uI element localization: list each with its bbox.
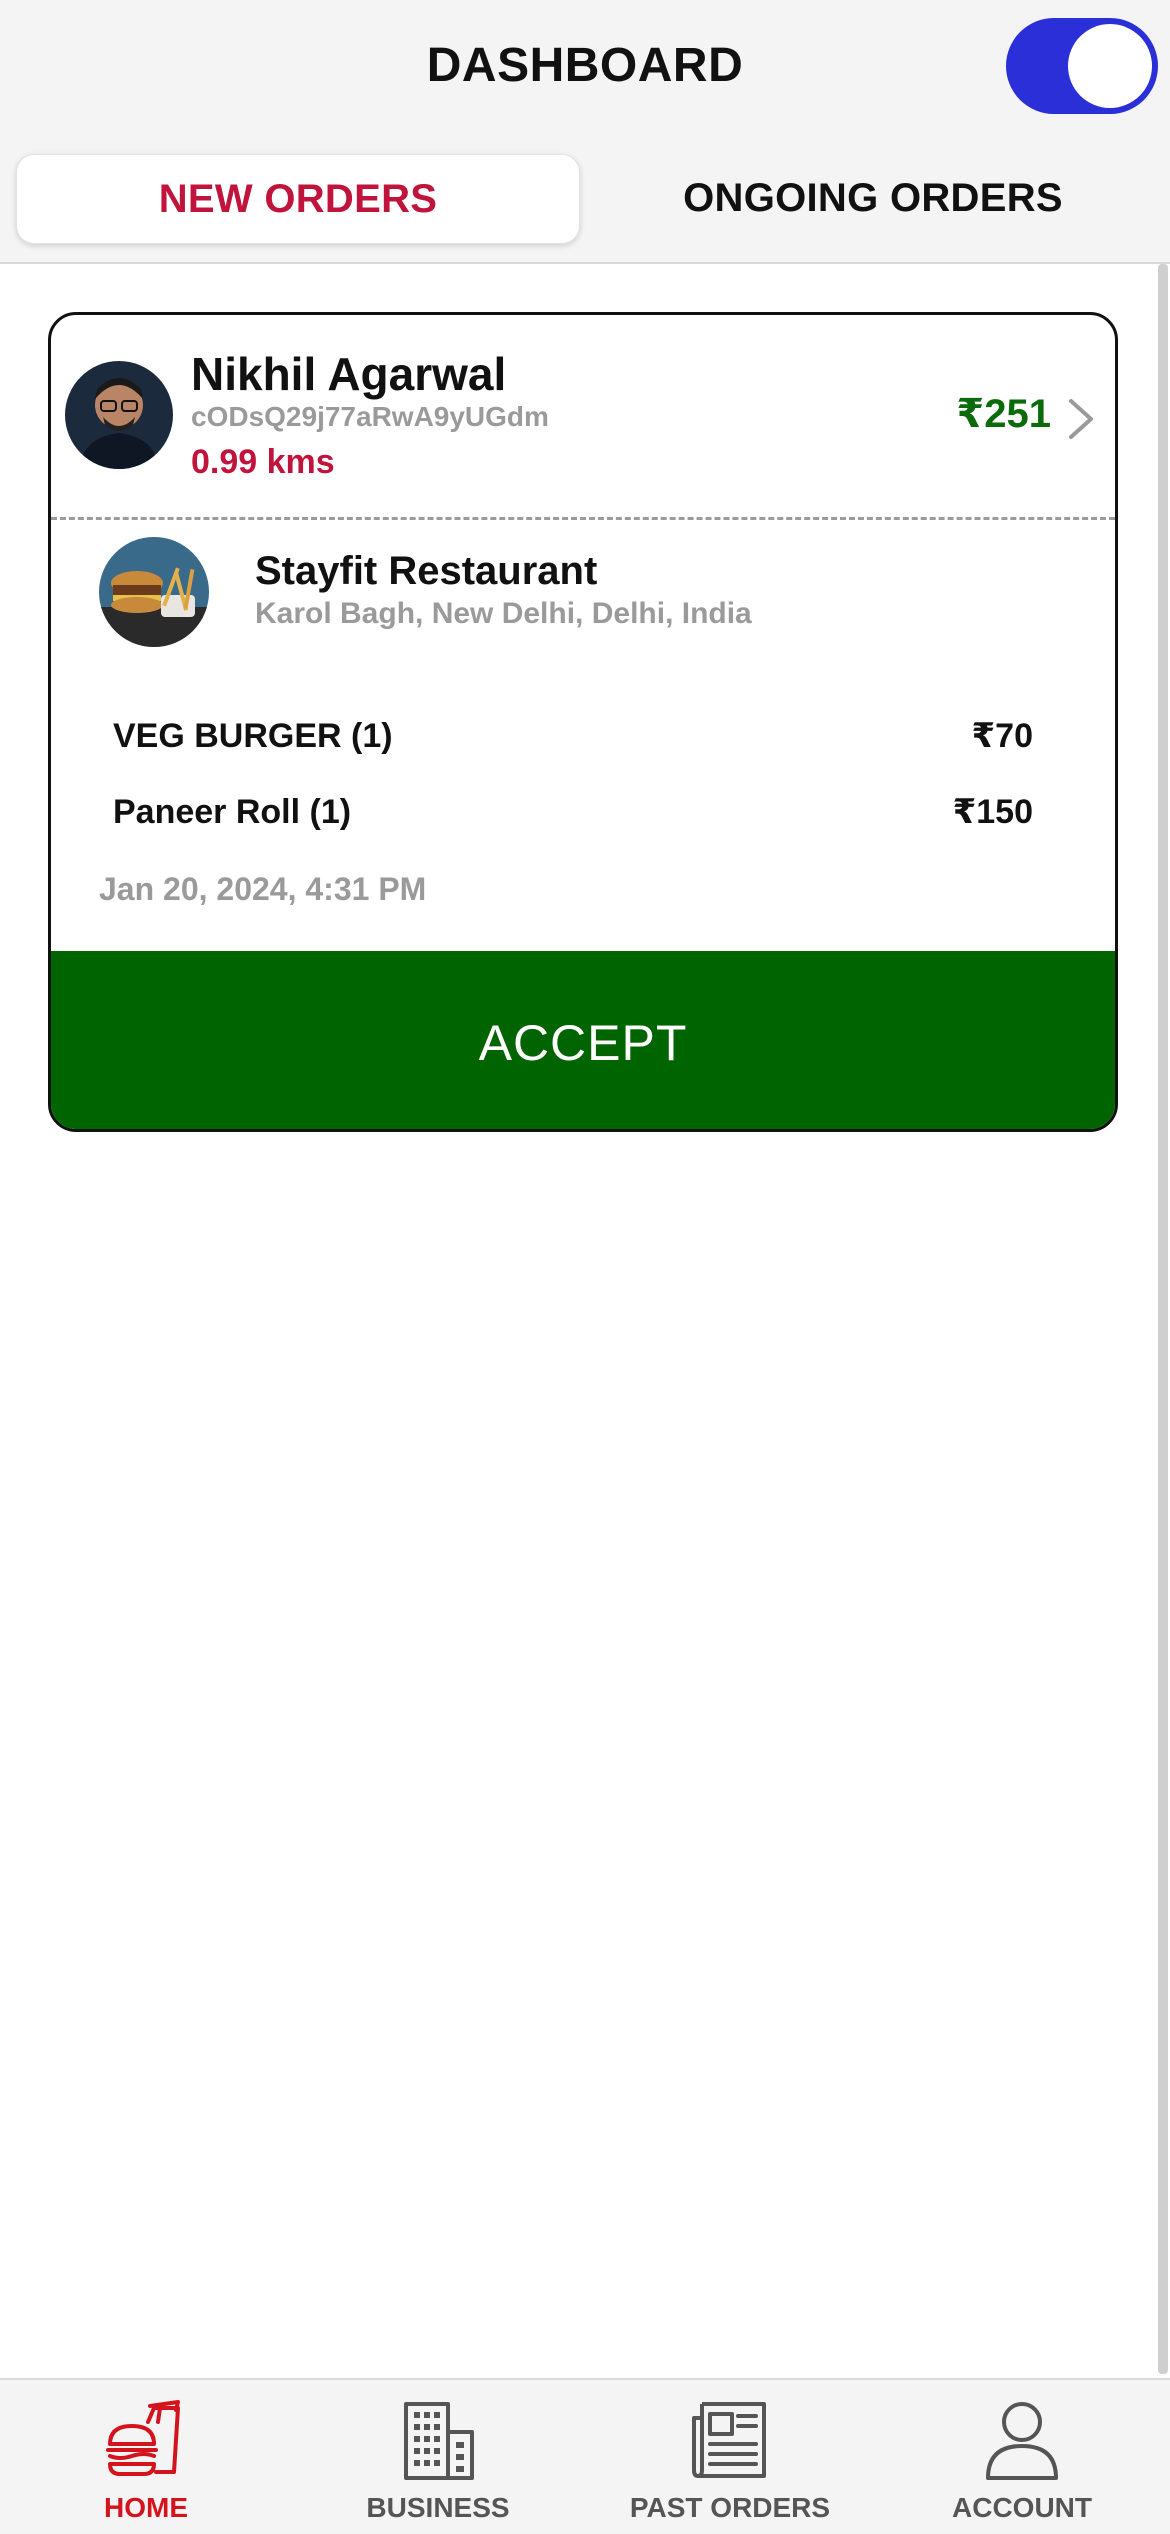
- restaurant-image: [99, 537, 209, 647]
- nav-past-orders[interactable]: PAST ORDERS: [584, 2398, 876, 2528]
- nav-business[interactable]: BUSINESS: [292, 2398, 584, 2528]
- bottom-nav: HOME BUSINESS PAST ORDERS ACCOUNT: [0, 2378, 1170, 2534]
- order-card[interactable]: Nikhil Agarwal cODsQ29j77aRwA9yUGdm 0.99…: [48, 312, 1118, 1132]
- page-title: DASHBOARD: [426, 39, 744, 92]
- order-time: Jan 20, 2024, 4:31 PM: [99, 871, 427, 907]
- nav-account[interactable]: ACCOUNT: [876, 2398, 1168, 2528]
- item-name: VEG BURGER (1): [113, 716, 393, 755]
- toggle-knob: [1068, 24, 1152, 108]
- tab-new-orders[interactable]: NEW ORDERS: [16, 154, 580, 244]
- nav-label: PAST ORDERS: [629, 2492, 831, 2523]
- item-name: Paneer Roll (1): [113, 792, 352, 831]
- distance: 0.99 kms: [191, 443, 335, 481]
- nav-home[interactable]: HOME: [0, 2398, 292, 2528]
- customer-name: Nikhil Agarwal: [191, 348, 507, 400]
- header: DASHBOARD NEW ORDERS ONGOING ORDERS: [0, 0, 1170, 264]
- divider: [51, 517, 1115, 520]
- restaurant-name: Stayfit Restaurant: [255, 549, 598, 593]
- chevron-right-icon[interactable]: [1061, 395, 1101, 443]
- order-item: Paneer Roll (1) ₹150: [113, 787, 1033, 837]
- customer-id: cODsQ29j77aRwA9yUGdm: [191, 401, 549, 432]
- accept-button[interactable]: ACCEPT: [51, 951, 1115, 1129]
- user-icon: [986, 2402, 1058, 2480]
- item-price: ₹150: [952, 793, 1033, 831]
- burger-icon: [106, 2400, 180, 2476]
- scrollbar[interactable]: [1158, 264, 1168, 2374]
- nav-label: HOME: [104, 2492, 188, 2523]
- newspaper-icon: [692, 2402, 766, 2478]
- tab-ongoing-orders[interactable]: ONGOING ORDERS: [592, 154, 1154, 242]
- nav-label: ACCOUNT: [952, 2492, 1092, 2523]
- order-item: VEG BURGER (1) ₹70: [113, 711, 1033, 761]
- restaurant-address: Karol Bagh, New Delhi, Delhi, India: [255, 597, 752, 630]
- order-total: ₹251: [956, 392, 1051, 436]
- online-toggle[interactable]: [1006, 18, 1158, 114]
- customer-avatar: [65, 361, 173, 469]
- nav-label: BUSINESS: [366, 2492, 510, 2523]
- item-price: ₹70: [971, 717, 1033, 755]
- building-icon: [404, 2402, 474, 2480]
